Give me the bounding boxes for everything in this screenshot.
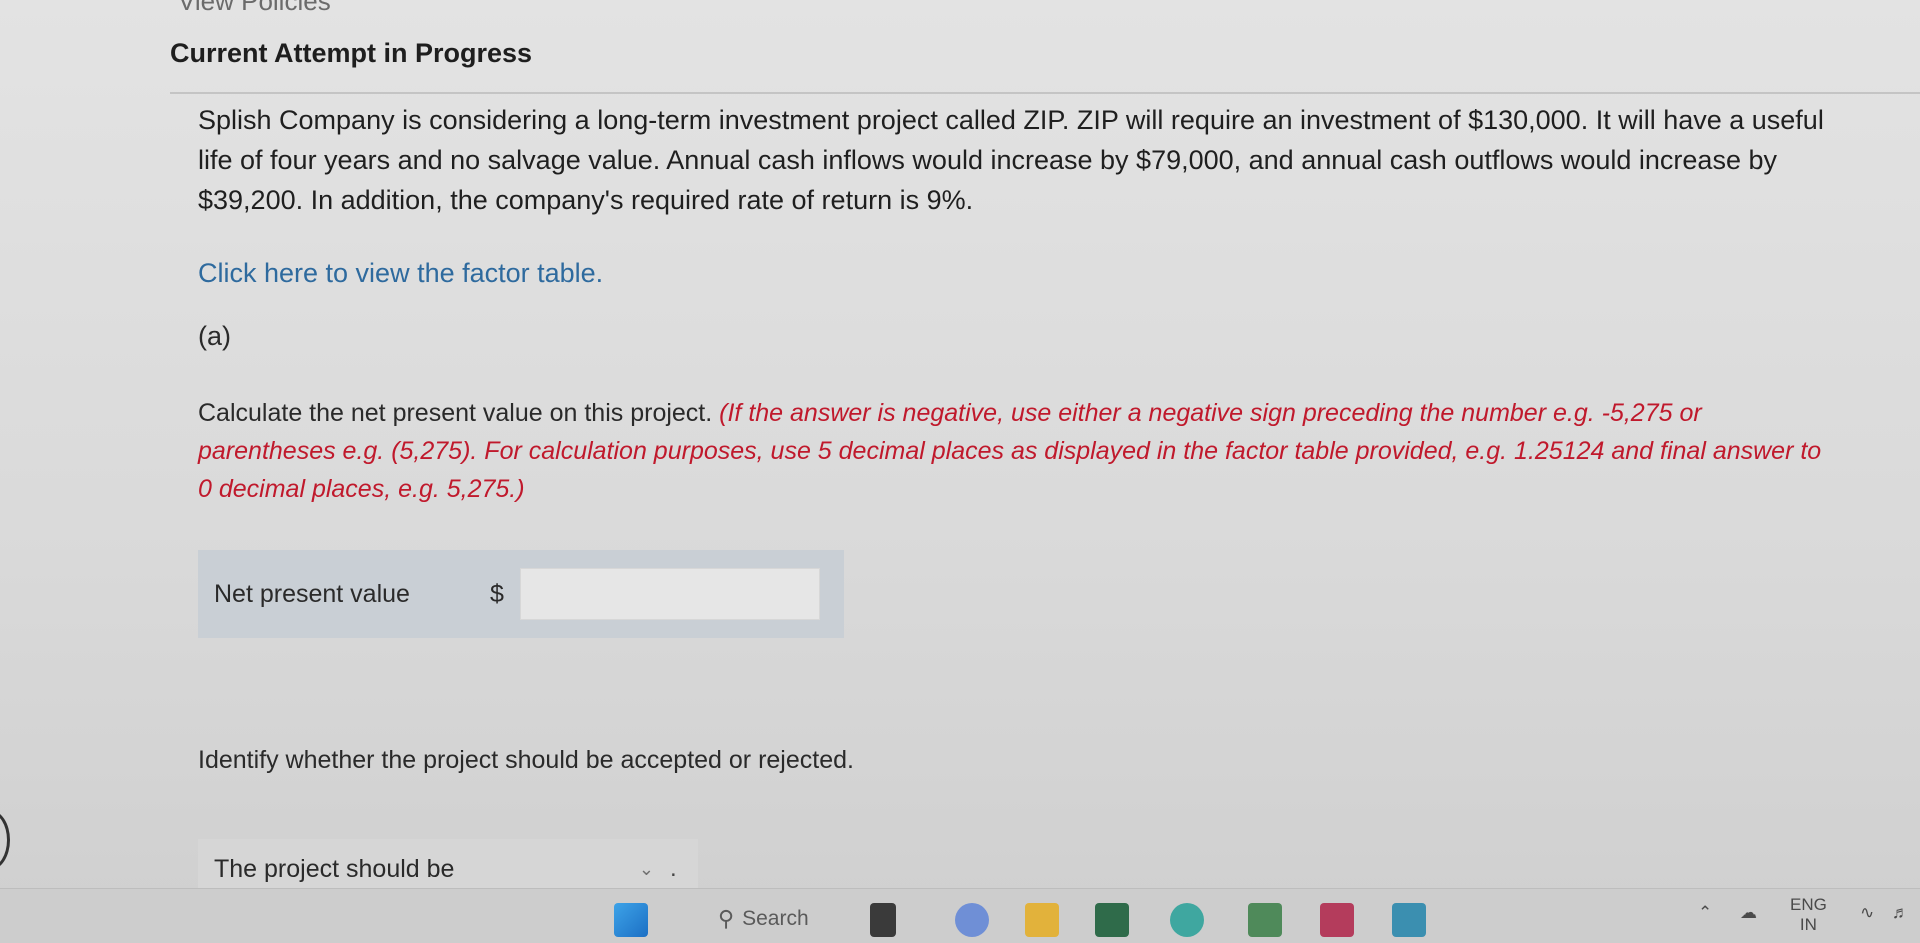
edge-browser-icon[interactable] [1170,903,1204,937]
volume-icon[interactable]: ♬ [1892,903,1909,923]
npv-label: Net present value [214,579,410,608]
part-a-label: (a) [198,321,231,351]
windows-start-icon[interactable] [614,903,648,937]
language-indicator[interactable]: ENG IN [1790,895,1827,935]
lang-top: ENG [1790,895,1827,914]
question-content: Splish Company is considering a long-ter… [198,100,1838,899]
factor-table-link[interactable]: Click here to view the factor table. [198,258,1838,289]
file-explorer-icon[interactable] [1025,903,1059,937]
taskbar-search[interactable]: ⚲ Search [718,901,809,937]
view-policies-link[interactable]: View Policies [178,0,331,17]
instruction-text: Calculate the net present value on this … [198,399,713,427]
part-a-instruction: Calculate the net present value on this … [198,394,1838,508]
decision-label: The project should be [214,854,455,883]
page-title: Current Attempt in Progress [170,38,533,68]
search-icon: ⚲ [718,906,735,931]
store-icon[interactable] [1095,903,1129,937]
decision-question: Identify whether the project should be a… [198,746,854,774]
screen-edge-arc [0,810,10,870]
wifi-icon[interactable]: ∿ [1860,903,1874,923]
chevron-up-icon[interactable]: ⌃ [1698,903,1712,923]
currency-symbol: $ [490,579,504,608]
chat-icon[interactable] [955,903,989,937]
npv-answer-panel: Net present value $ [198,550,844,638]
taskbar: ⚲ Search ⌃ ☁ ENG IN ∿ ♬ [0,888,1920,943]
task-view-icon[interactable] [870,903,896,937]
search-label: Search [742,907,809,930]
app-icon[interactable] [1392,903,1426,937]
app-l-icon[interactable] [1248,903,1282,937]
problem-statement: Splish Company is considering a long-ter… [198,105,1824,215]
decision-select[interactable]: ⌄ [474,846,664,892]
decision-period: . [670,855,677,882]
npv-input[interactable] [520,568,820,620]
chevron-down-icon: ⌄ [638,858,654,879]
cloud-icon[interactable]: ☁ [1740,903,1757,923]
divider [170,92,1920,94]
screen: View Policies Current Attempt in Progres… [0,0,1920,943]
lang-bottom: IN [1799,915,1817,934]
mcafee-icon[interactable] [1320,903,1354,937]
